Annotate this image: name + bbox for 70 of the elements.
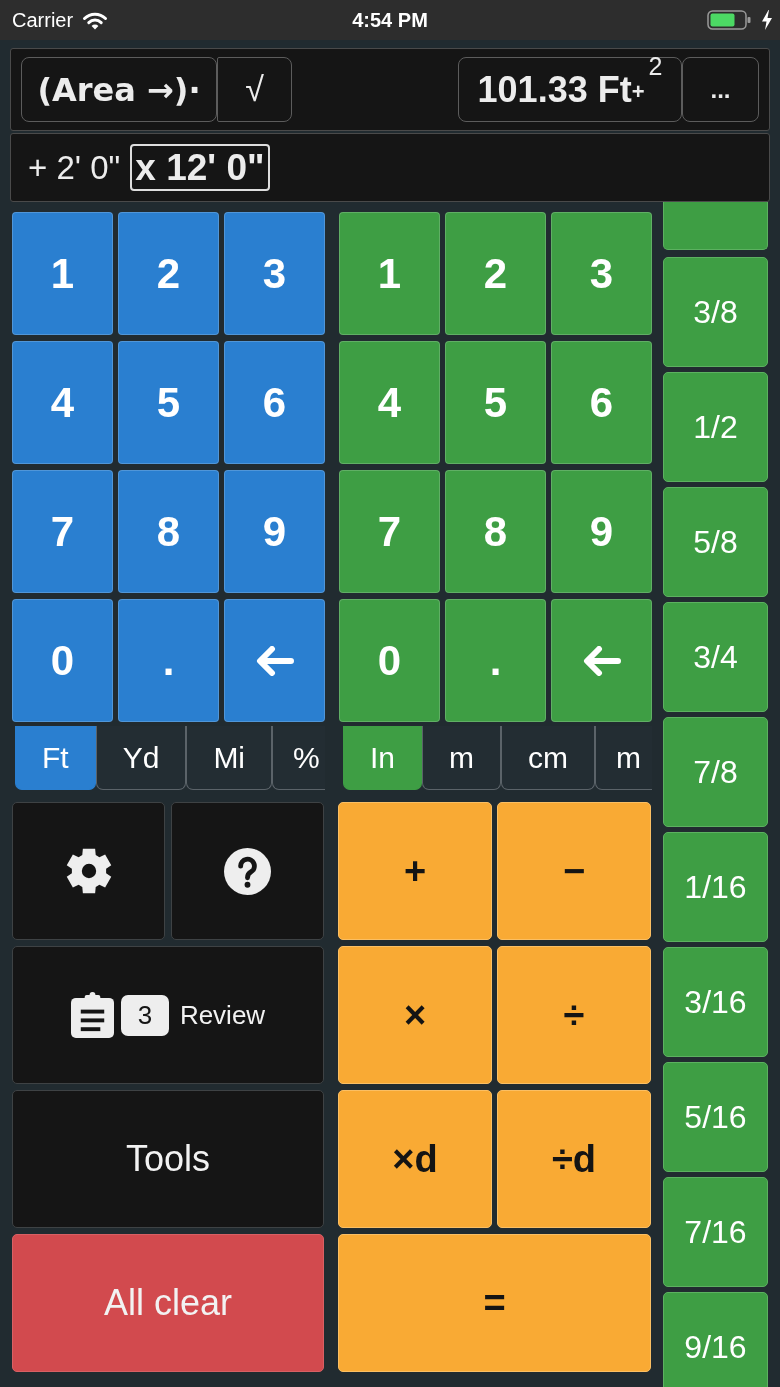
operator-key[interactable]: −	[497, 802, 651, 940]
clipboard-icon	[70, 992, 114, 1038]
arrow-left-icon	[255, 645, 294, 676]
number-key[interactable]: 6	[551, 341, 652, 464]
fraction-key[interactable]: 5/16	[663, 1062, 768, 1172]
number-key[interactable]: 3	[551, 212, 652, 335]
fraction-key[interactable]: 3/4	[663, 602, 768, 712]
tools-button[interactable]: Tools	[12, 1090, 324, 1228]
mode-button[interactable]: (Area →)·	[21, 57, 217, 122]
unit-tab[interactable]: Yd	[95, 726, 187, 790]
number-key[interactable]: 9	[551, 470, 652, 593]
charging-bolt-icon	[762, 10, 772, 30]
backspace-key[interactable]	[551, 599, 652, 722]
equals-key[interactable]: =	[338, 1234, 651, 1372]
unit-tab[interactable]: cm	[501, 726, 596, 790]
number-key[interactable]: 1	[339, 212, 440, 335]
number-key[interactable]: 2	[118, 212, 219, 335]
all-clear-button[interactable]: All clear	[12, 1234, 324, 1372]
operator-key[interactable]: ÷	[497, 946, 651, 1084]
number-key[interactable]: 0	[339, 599, 440, 722]
backspace-key[interactable]	[224, 599, 325, 722]
unit-tab[interactable]: %	[272, 726, 325, 790]
number-key[interactable]: 1	[12, 212, 113, 335]
help-icon	[224, 847, 271, 895]
number-key[interactable]: 3	[224, 212, 325, 335]
number-key[interactable]: .	[445, 599, 546, 722]
unit-tab[interactable]: m	[422, 726, 502, 790]
unit-tab[interactable]: m	[595, 726, 652, 790]
fraction-key[interactable]: 5/8	[663, 487, 768, 597]
fraction-key[interactable]: 3/16	[663, 947, 768, 1057]
number-key[interactable]: 8	[118, 470, 219, 593]
fraction-key[interactable]: 9/16	[663, 1292, 768, 1387]
number-key[interactable]: 4	[12, 341, 113, 464]
square-root-button[interactable]: √	[217, 57, 292, 122]
number-key[interactable]: 2	[445, 212, 546, 335]
battery-icon	[707, 10, 751, 30]
number-key[interactable]: 5	[445, 341, 546, 464]
clock-time: 4:54 PM	[352, 9, 428, 32]
count-badge: 3	[120, 994, 169, 1036]
unit-tab[interactable]: Mi	[186, 726, 273, 790]
fraction-key[interactable]: 7/8	[663, 717, 768, 827]
tape-entry[interactable]: x 12' 0"	[130, 144, 270, 191]
fraction-key[interactable]: 3/8	[663, 257, 768, 367]
operator-key[interactable]: ×d	[338, 1090, 492, 1228]
operator-key[interactable]: +	[338, 802, 492, 940]
fraction-key[interactable]: 1/16	[663, 832, 768, 942]
carrier-name: Carrier	[12, 8, 74, 32]
number-key[interactable]: 5	[118, 341, 219, 464]
fraction-key[interactable]: 1/2	[663, 372, 768, 482]
number-key[interactable]: 7	[12, 470, 113, 593]
number-key[interactable]: 7	[339, 470, 440, 593]
help-button[interactable]	[171, 802, 324, 940]
wifi-icon	[82, 10, 109, 30]
arrow-left-icon	[582, 645, 621, 676]
fraction-key[interactable]: 7/16	[663, 1177, 768, 1287]
more-button[interactable]: ...	[682, 57, 759, 122]
unit-tab[interactable]: In	[343, 726, 423, 790]
number-key[interactable]: 8	[445, 470, 546, 593]
review-button[interactable]: 3 Review	[12, 946, 324, 1084]
number-key[interactable]: .	[118, 599, 219, 722]
number-key[interactable]: 4	[339, 341, 440, 464]
unit-tab[interactable]: Ft	[15, 726, 96, 790]
settings-button[interactable]	[12, 802, 165, 940]
tape-entry[interactable]: + 2' 0"	[28, 148, 121, 187]
number-key[interactable]: 6	[224, 341, 325, 464]
number-key[interactable]: 9	[224, 470, 325, 593]
operator-key[interactable]: ÷d	[497, 1090, 651, 1228]
operator-key[interactable]: ×	[338, 946, 492, 1084]
number-key[interactable]: 0	[12, 599, 113, 722]
settings-icon	[65, 848, 112, 894]
